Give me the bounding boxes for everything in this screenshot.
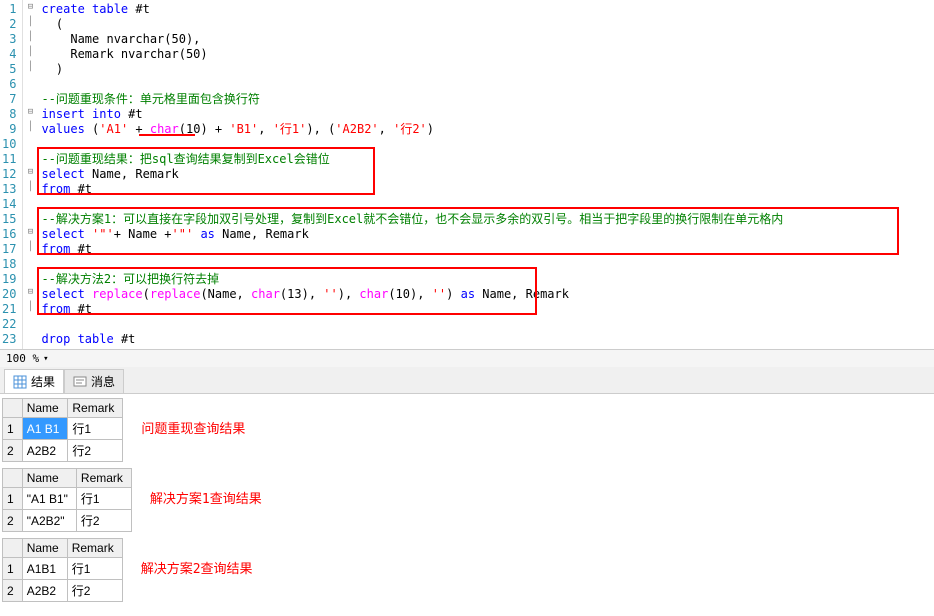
result-label-1: 问题重现查询结果 (141, 398, 245, 437)
results-tabs: 结果 消息 (0, 367, 934, 394)
tab-messages-label: 消息 (91, 373, 115, 390)
code-editor[interactable]: 1234567891011121314151617181920212223 ⊟│… (0, 0, 934, 349)
zoom-bar: 100 % ▾ (0, 349, 934, 367)
result-label-3: 解决方案2查询结果 (141, 538, 253, 577)
tab-results-label: 结果 (31, 373, 55, 390)
result-grid-3[interactable]: NameRemark 1A1B1行1 2A2B2行2 (2, 538, 123, 602)
annotation-underline (139, 134, 195, 136)
tab-results[interactable]: 结果 (4, 369, 64, 393)
message-icon (73, 375, 87, 389)
fold-minus-icon[interactable]: ⊟ (23, 165, 37, 180)
fold-minus-icon[interactable]: ⊟ (23, 0, 37, 15)
result-label-2: 解决方案1查询结果 (150, 468, 262, 507)
line-gutter: 1234567891011121314151617181920212223 (0, 0, 23, 349)
grid-icon (13, 375, 27, 389)
fold-column: ⊟││││⊟│⊟│⊟│⊟│ (23, 0, 37, 349)
results-pane: NameRemark 1A1 B1行1 2A2B2行2 问题重现查询结果 Nam… (0, 394, 934, 610)
fold-minus-icon[interactable]: ⊟ (23, 285, 37, 300)
selected-cell: A1 B1 (22, 418, 68, 440)
fold-minus-icon[interactable]: ⊟ (23, 225, 37, 240)
result-grid-1[interactable]: NameRemark 1A1 B1行1 2A2B2行2 (2, 398, 123, 462)
zoom-value: 100 % (6, 352, 39, 365)
code-area[interactable]: create table #t ( Name nvarchar(50), Rem… (37, 0, 934, 349)
result-grid-2[interactable]: NameRemark 1"A1 B1"行1 2"A2B2"行2 (2, 468, 132, 532)
fold-minus-icon[interactable]: ⊟ (23, 105, 37, 120)
tab-messages[interactable]: 消息 (64, 369, 124, 393)
zoom-dropdown-icon[interactable]: ▾ (43, 354, 48, 364)
